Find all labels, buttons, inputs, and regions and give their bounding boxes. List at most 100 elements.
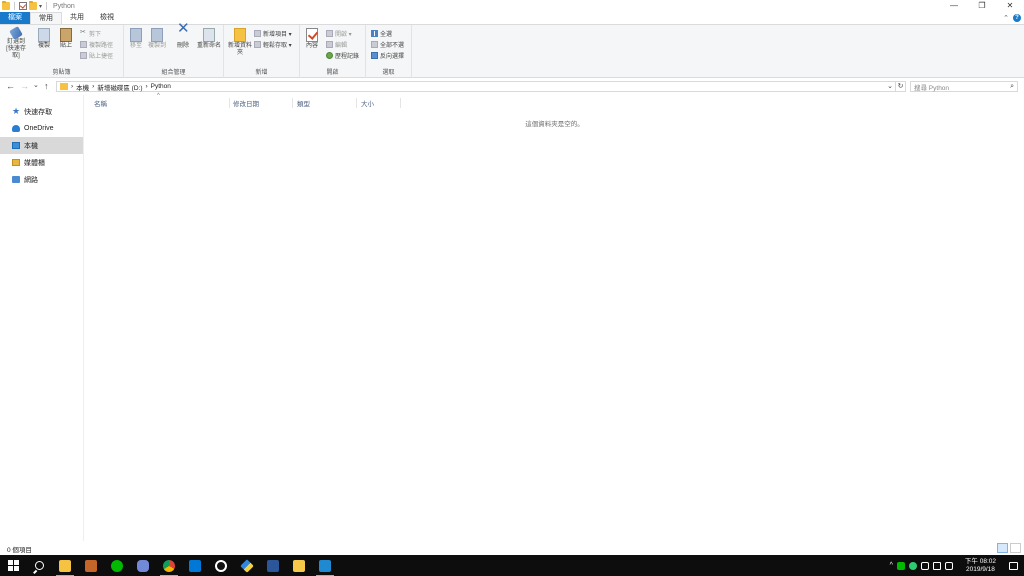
system-tray: ^ 下午 08:02 2019/9/18 [890,555,1024,576]
navigation-pane: ★ 快速存取 OneDrive 本機 媒體櫃 網路 [0,95,84,541]
column-size[interactable]: 大小 [359,98,401,108]
copy-path-icon [80,40,87,48]
easy-access-icon [254,40,261,48]
taskbar-sticky-notes[interactable] [286,555,312,576]
new-folder-button[interactable]: 新增資料夾 [228,28,252,57]
move-to-button[interactable]: 移至 [126,28,146,50]
column-type[interactable]: 類型 [295,98,357,108]
empty-folder-message: 這個資料夾是空的。 [525,121,584,128]
start-button[interactable] [0,555,26,576]
sidebar-item-label: 本機 [24,142,38,150]
window-controls: — ❐ ✕ [940,0,1024,12]
cut-button[interactable]: 剪下 [80,28,101,38]
clock[interactable]: 下午 08:02 2019/9/18 [959,558,1002,574]
tab-view[interactable]: 檢視 [92,12,122,24]
tab-share[interactable]: 共用 [62,12,92,24]
taskbar-discord[interactable] [130,555,156,576]
ribbon-collapse-icon[interactable]: ⌃ [1003,14,1009,22]
breadcrumb-python[interactable]: Python [151,83,171,90]
media-player-icon [85,559,97,572]
copy-to-button[interactable]: 複製到 [147,28,167,50]
column-name[interactable]: 名稱 [92,98,230,108]
taskbar-search-button[interactable] [26,555,52,576]
select-none-button[interactable]: 全部不選 [371,39,404,49]
sidebar-item-label: 網路 [24,176,38,184]
copy-button[interactable]: 複製 [34,28,54,50]
taskbar-mail[interactable] [182,555,208,576]
properties-button[interactable]: 內容 [302,28,322,50]
tab-home[interactable]: 常用 [30,12,62,24]
back-button[interactable]: ← [6,81,15,91]
copy-path-button[interactable]: 複製路徑 [80,39,113,49]
open-label: 開啟 ▾ [335,31,352,38]
address-bar-row: ← → ⌄ ↑ › 本機 › 新增磁碟區 (D:) › Python ⌄ ↻ 搜… [0,78,1024,95]
taskbar-target-app[interactable] [208,555,234,576]
network-tray-icon[interactable] [920,561,929,570]
line-tray-icon[interactable] [896,561,905,570]
taskbar-file-explorer[interactable] [52,555,78,576]
help-icon[interactable]: ? [1013,14,1021,22]
taskbar-vscode[interactable] [312,555,338,576]
breadcrumb-drive-d[interactable]: 新增磁碟區 (D:) [97,82,142,92]
taskbar-line[interactable] [104,555,130,576]
properties-icon[interactable] [19,2,27,10]
action-center-button[interactable] [1002,555,1024,576]
customize-toolbar-icon[interactable]: ▾ [39,3,42,10]
column-date-modified[interactable]: 修改日期 [231,98,293,108]
rename-button[interactable]: 重新命名 [196,28,222,50]
taskbar-media-player[interactable] [78,555,104,576]
new-item-button[interactable]: 新增項目 ▾ [254,28,292,38]
search-input[interactable]: 搜尋 Python ⌕ [910,81,1018,92]
breadcrumb-separator[interactable]: › [71,83,73,90]
close-button[interactable]: ✕ [996,0,1024,12]
edit-label: 編輯 [335,42,348,49]
history-button[interactable]: 歷程記錄 [326,50,359,60]
address-input[interactable]: › 本機 › 新增磁碟區 (D:) › Python ⌄ [56,81,896,92]
paste-button[interactable]: 貼上 [56,28,76,50]
refresh-button[interactable]: ↻ [895,81,906,92]
details-view-button[interactable] [997,543,1008,553]
volume-icon[interactable] [932,561,941,570]
file-list[interactable]: ^ 名稱 修改日期 類型 大小 這個資料夾是空的。 [85,93,1024,541]
delete-button[interactable]: 刪除 [173,25,193,50]
sidebar-item-this-pc[interactable]: 本機 [0,137,83,154]
paste-shortcut-button[interactable]: 貼上捷徑 [80,50,113,60]
easy-access-button[interactable]: 輕鬆存取 ▾ [254,39,292,49]
minimize-button[interactable]: — [940,0,968,12]
sidebar-item-libraries[interactable]: 媒體櫃 [0,154,83,171]
taskbar-chrome[interactable] [156,555,182,576]
maximize-button[interactable]: ❐ [968,0,996,12]
clock-date: 2019/9/18 [966,565,995,573]
edit-button[interactable]: 編輯 [326,39,347,49]
organize-group: 移至 複製到 刪除 重新命名 組合管理 [124,25,224,78]
item-count: 0 個項目 [7,547,32,554]
show-hidden-icons-button[interactable]: ^ [890,562,893,569]
sidebar-item-quick-access[interactable]: ★ 快速存取 [0,103,83,120]
large-icons-view-button[interactable] [1010,543,1021,553]
properties-label: 內容 [305,43,318,49]
recent-locations-button[interactable]: ⌄ [33,81,39,91]
pin-to-quick-access-button[interactable]: 釘選到 [快速存取] [3,26,29,60]
new-item-icon [254,29,261,37]
forward-button[interactable]: → [20,81,29,91]
input-method-icon[interactable] [944,561,953,570]
sidebar-item-network[interactable]: 網路 [0,171,83,188]
sidebar-item-onedrive[interactable]: OneDrive [0,120,83,137]
sync-tray-icon[interactable] [908,561,917,570]
tab-file[interactable]: 檔案 [0,12,30,24]
taskbar-word[interactable] [260,555,286,576]
breadcrumb-separator[interactable]: › [92,83,94,90]
invert-selection-button[interactable]: 反向選擇 [371,50,404,60]
taskbar-git-app[interactable] [234,555,260,576]
git-app-icon [240,558,254,573]
address-dropdown-icon[interactable]: ⌄ [887,82,893,90]
search-icon[interactable]: ⌕ [1010,83,1014,91]
new-folder-icon[interactable] [29,1,37,10]
select-all-button[interactable]: 全選 [371,28,392,38]
sticky-notes-icon [293,559,305,572]
scissors-icon [80,28,87,37]
breadcrumb-this-pc[interactable]: 本機 [76,82,89,92]
open-button[interactable]: 開啟 ▾ [326,28,352,38]
up-button[interactable]: ↑ [44,81,49,91]
breadcrumb-separator[interactable]: › [145,83,147,90]
